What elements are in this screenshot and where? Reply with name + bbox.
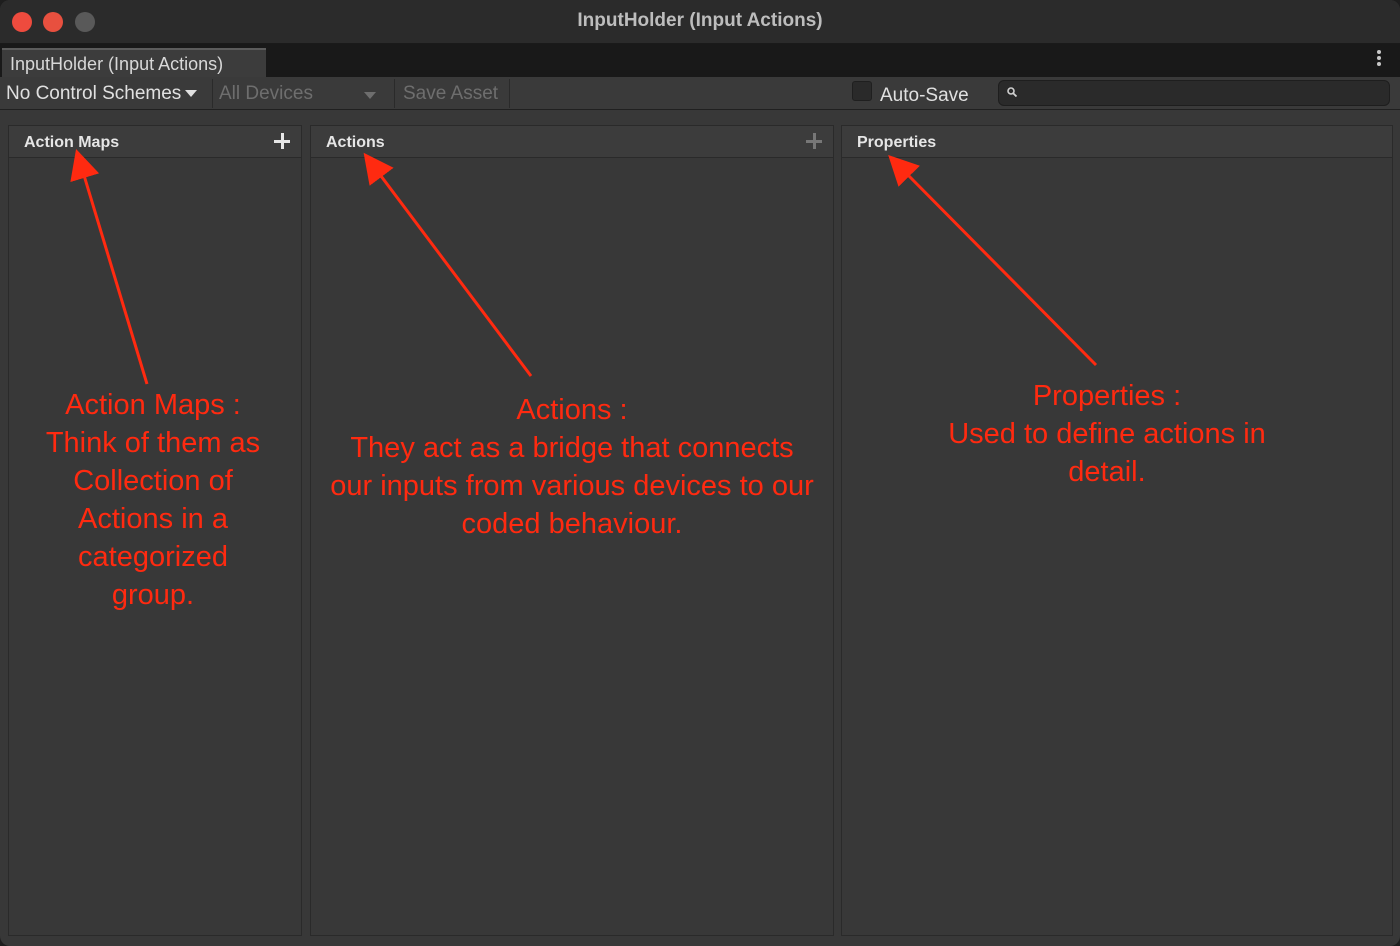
annotation-line: Used to define actions in: [948, 418, 1266, 450]
control-schemes-dropdown[interactable]: No Control Schemes: [6, 79, 210, 108]
properties-annotation: Properties : Used to define actions in d…: [900, 377, 1314, 491]
annotation-line: Actions in a: [78, 503, 228, 535]
action-maps-header: Action Maps: [9, 126, 301, 158]
devices-dropdown[interactable]: All Devices: [212, 79, 384, 108]
annotation-line: coded behaviour.: [461, 508, 683, 540]
tab-input-holder[interactable]: InputHolder (Input Actions): [2, 48, 266, 77]
auto-save-label: Auto-Save: [880, 85, 969, 106]
annotation-line: Properties :: [1032, 380, 1182, 412]
control-schemes-label: No Control Schemes: [6, 83, 182, 104]
toolbar: No Control Schemes All Devices Save Asse…: [0, 77, 1400, 110]
annotation-line: our inputs from various devices to our: [330, 470, 814, 502]
action-maps-annotation: Action Maps : Think of them as Collectio…: [20, 386, 286, 614]
window-title: InputHolder (Input Actions): [577, 10, 823, 31]
auto-save-checkbox[interactable]: [852, 81, 872, 101]
add-action-icon[interactable]: [806, 133, 822, 149]
devices-label: All Devices: [219, 83, 313, 104]
properties-title: Properties: [857, 134, 937, 151]
actions-title: Actions: [326, 134, 385, 151]
annotation-line: They act as a bridge that connects: [350, 432, 794, 464]
actions-header: Actions: [311, 126, 833, 158]
actions-annotation: Actions : They act as a bridge that conn…: [306, 391, 838, 543]
save-asset-button[interactable]: Save Asset: [394, 79, 510, 108]
annotation-line: Collection of: [73, 465, 233, 497]
search-input[interactable]: [998, 80, 1390, 106]
annotation-line: Actions :: [516, 394, 628, 426]
properties-header: Properties: [842, 126, 1392, 158]
annotation-line: detail.: [1068, 456, 1146, 488]
add-action-map-icon[interactable]: [274, 133, 290, 149]
tab-strip: InputHolder (Input Actions): [0, 44, 1400, 77]
annotation-line: categorized: [78, 541, 228, 573]
input-actions-window: InputHolder (Input Actions) InputHolder …: [0, 0, 1400, 946]
action-maps-title: Action Maps: [24, 134, 120, 151]
chevron-down-icon: [364, 92, 376, 99]
properties-pane: Properties: [841, 125, 1393, 936]
chevron-down-icon: [185, 90, 198, 98]
title-bar[interactable]: InputHolder (Input Actions): [0, 0, 1400, 44]
annotation-line: Think of them as: [45, 427, 261, 459]
search-icon: [1007, 87, 1017, 97]
kebab-menu-icon[interactable]: [1376, 50, 1382, 70]
annotation-line: Action Maps :: [65, 389, 241, 421]
annotation-line: group.: [111, 579, 195, 611]
